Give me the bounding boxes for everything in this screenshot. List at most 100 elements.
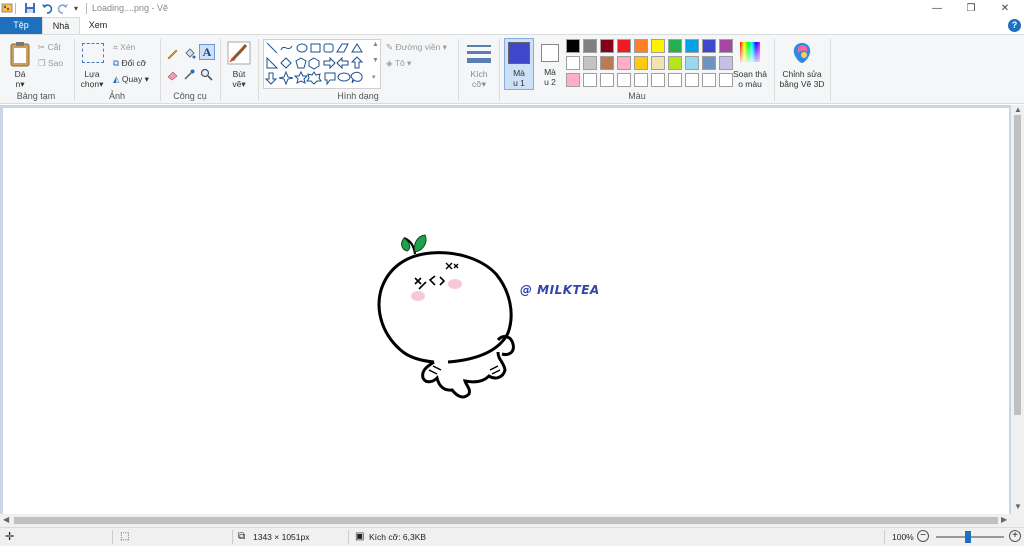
restore-button[interactable]: ❐: [954, 0, 988, 17]
select-button[interactable]: Lựa chọn▾: [76, 69, 108, 89]
fill-label: Tô: [394, 58, 405, 68]
palette-swatch[interactable]: [634, 39, 648, 53]
tab-file[interactable]: Tệp: [0, 17, 42, 34]
magnifier-icon[interactable]: [200, 68, 213, 81]
palette-swatch[interactable]: [651, 73, 665, 87]
palette-swatch[interactable]: [702, 73, 716, 87]
scroll-left-icon[interactable]: ◀: [3, 515, 9, 524]
brushes-button[interactable]: Bút vẽ▾: [225, 69, 253, 89]
palette-swatch[interactable]: [719, 39, 733, 53]
palette-swatch[interactable]: [668, 56, 682, 70]
edit-colors-button[interactable]: Soạn thả o màu: [728, 69, 772, 89]
brushes-label: Bút: [232, 69, 246, 79]
size-icon[interactable]: [466, 43, 492, 65]
palette-swatch[interactable]: [702, 56, 716, 70]
edit-colors-label: Soạn thả: [732, 69, 768, 79]
horizontal-scroll-thumb[interactable]: [14, 517, 998, 524]
cut-button[interactable]: ✂ Cắt: [38, 42, 61, 53]
palette-swatch[interactable]: [617, 73, 631, 87]
palette-swatch[interactable]: [651, 39, 665, 53]
help-button[interactable]: ?: [1008, 19, 1021, 32]
disk-icon: ▣: [355, 531, 365, 542]
zoom-out-icon[interactable]: −: [917, 530, 929, 542]
tab-view[interactable]: Xem: [80, 17, 116, 34]
color-picker-icon[interactable]: [183, 68, 196, 81]
palette-swatch[interactable]: [719, 56, 733, 70]
palette-swatch[interactable]: [685, 56, 699, 70]
shapes-scroll-down-icon[interactable]: ▼: [372, 57, 379, 64]
palette-swatch[interactable]: [634, 73, 648, 87]
size-button[interactable]: Kích cỡ▾: [463, 69, 495, 89]
scroll-right-icon[interactable]: ▶: [1001, 515, 1007, 524]
color1-button[interactable]: Mà u 1: [504, 38, 534, 90]
palette-swatch[interactable]: [668, 73, 682, 87]
paint3d-label-2: bằng Vẽ 3D: [779, 79, 825, 89]
pencil-icon[interactable]: [166, 47, 179, 60]
shapes-gallery-icons[interactable]: [264, 40, 380, 88]
rotate-button[interactable]: ◭ Quay ▾: [113, 74, 149, 85]
select-label-2: chọn: [80, 79, 100, 89]
fill-bucket-icon[interactable]: [183, 47, 196, 60]
paint-app-icon[interactable]: [1, 2, 13, 14]
color2-button[interactable]: Mà u 2: [537, 38, 563, 90]
scroll-down-icon[interactable]: ▼: [1014, 502, 1022, 511]
fill-icon: ◈: [386, 58, 395, 68]
palette-swatch[interactable]: [583, 56, 597, 70]
palette-swatch[interactable]: [617, 56, 631, 70]
palette-swatch[interactable]: [668, 39, 682, 53]
canvas-drawing: [377, 234, 515, 399]
scroll-corner: [1011, 514, 1024, 527]
tab-home[interactable]: Nhà: [42, 17, 80, 34]
redo-icon[interactable]: [57, 2, 69, 14]
select-icon[interactable]: [82, 43, 104, 63]
image-group-label: Ảnh: [108, 91, 125, 101]
palette-swatch[interactable]: [583, 39, 597, 53]
status-divider: [112, 530, 113, 544]
palette-swatch[interactable]: [600, 39, 614, 53]
eraser-icon[interactable]: [166, 68, 179, 81]
palette-swatch[interactable]: [566, 39, 580, 53]
palette-swatch[interactable]: [600, 56, 614, 70]
shapes-expand-icon[interactable]: ▾: [372, 73, 376, 81]
palette-swatch[interactable]: [634, 56, 648, 70]
horizontal-scrollbar[interactable]: ◀ ▶: [0, 514, 1011, 527]
crop-button[interactable]: ⌗ Xén: [113, 42, 135, 53]
palette-swatch[interactable]: [566, 56, 580, 70]
palette-swatch[interactable]: [685, 39, 699, 53]
shapes-scroll-up-icon[interactable]: ▲: [372, 41, 379, 48]
text-tool-icon[interactable]: A: [199, 44, 215, 60]
outline-button[interactable]: ✎ Đường viền ▾: [386, 42, 447, 53]
vertical-scroll-thumb[interactable]: [1014, 115, 1021, 415]
palette-swatch[interactable]: [600, 73, 614, 87]
undo-icon[interactable]: [41, 2, 53, 14]
palette-swatch[interactable]: [566, 73, 580, 87]
brush-icon[interactable]: [227, 41, 251, 65]
resize-button[interactable]: ⧉ Đổi cỡ: [113, 58, 146, 69]
palette-swatch[interactable]: [583, 73, 597, 87]
palette-swatch[interactable]: [685, 73, 699, 87]
scroll-up-icon[interactable]: ▲: [1014, 105, 1022, 114]
palette-swatch[interactable]: [651, 56, 665, 70]
canvas-watermark-text: @ MILKTEA: [520, 283, 600, 297]
minimize-button[interactable]: —: [920, 0, 954, 17]
ribbon: Dá n▾ ✂ Cắt ❐ Sao Bảng tạm Lựa chọn▾ ⌗ Xén…: [0, 34, 1024, 104]
save-icon[interactable]: [24, 2, 36, 14]
zoom-in-icon[interactable]: +: [1009, 530, 1021, 542]
palette-swatch[interactable]: [702, 39, 716, 53]
copy-button[interactable]: ❐ Sao: [38, 58, 63, 69]
palette-swatch[interactable]: [617, 39, 631, 53]
close-button[interactable]: ✕: [988, 0, 1022, 17]
drawing-canvas[interactable]: @ MILKTEA: [3, 108, 1009, 514]
paint3d-icon[interactable]: [791, 41, 813, 65]
color-palette: [566, 39, 734, 91]
title-bar: ▾ Loading....png - Vẽ — ❐ ✕: [0, 0, 1024, 17]
paint3d-button[interactable]: Chỉnh sửa bằng Vẽ 3D: [776, 69, 828, 89]
customize-qat-icon[interactable]: ▾: [74, 4, 78, 13]
zoom-slider-thumb[interactable]: [965, 531, 971, 543]
paste-icon[interactable]: [9, 41, 31, 67]
fill-button[interactable]: ◈ Tô ▾: [386, 58, 411, 69]
paste-button[interactable]: Dá n▾: [8, 69, 32, 89]
vertical-scrollbar[interactable]: ▲ ▼: [1011, 105, 1024, 514]
edit-colors-icon[interactable]: [739, 41, 761, 63]
cursor-position-icon: ✛: [5, 531, 15, 543]
